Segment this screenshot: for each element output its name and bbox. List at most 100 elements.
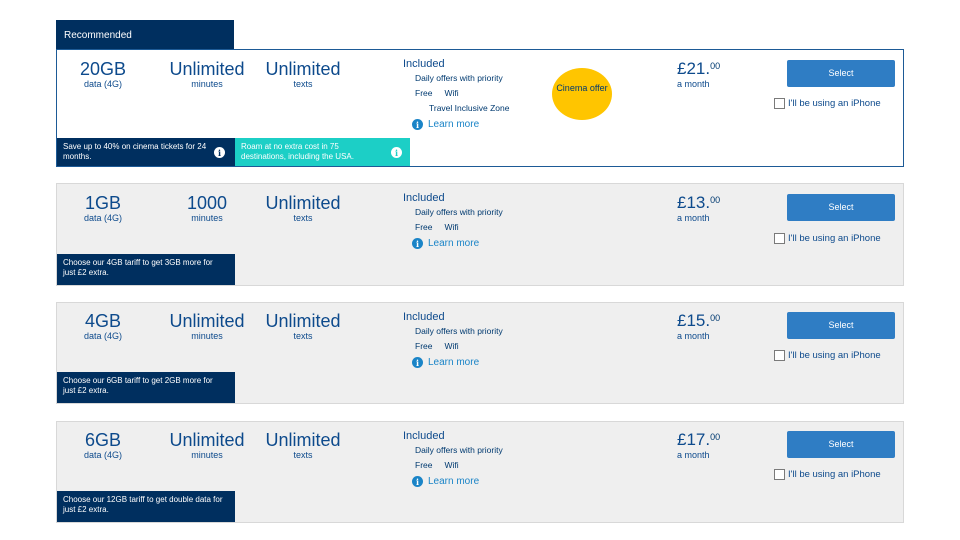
checkbox-icon[interactable]	[774, 350, 785, 361]
promo-upgrade: Choose our 6GB tariff to get 2GB more fo…	[57, 372, 235, 403]
price-pounds: £15.	[677, 311, 711, 330]
data-allowance: 1GB data (4G)	[57, 194, 149, 224]
texts-label: texts	[293, 331, 313, 341]
included-title: Included	[403, 58, 445, 70]
minutes-amount: Unlimited	[169, 59, 245, 79]
included-free-wifi: Free Wifi	[415, 341, 459, 351]
texts-allowance: Unlimited texts	[257, 194, 349, 224]
data-allowance: 20GB data (4G)	[57, 60, 149, 90]
included-daily-offers: Daily offers with priority	[415, 445, 503, 455]
minutes-label: minutes	[191, 450, 223, 460]
price-pence: 00	[710, 61, 721, 71]
price-pounds: £17.	[677, 430, 711, 449]
minutes-label: minutes	[191, 79, 223, 89]
price: £15.00 a month	[677, 311, 747, 342]
learn-more-link[interactable]: i Learn more	[403, 238, 553, 249]
minutes-allowance: 1000 minutes	[161, 194, 253, 224]
iphone-label: I'll be using an iPhone	[788, 350, 881, 361]
checkbox-icon[interactable]	[774, 98, 785, 109]
promo-text: Choose our 12GB tariff to get double dat…	[63, 495, 223, 514]
info-icon: i	[412, 357, 423, 368]
minutes-label: minutes	[191, 213, 223, 223]
plan-card-6gb: 6GB data (4G) Unlimited minutes Unlimite…	[56, 421, 904, 523]
promo-text: Choose our 4GB tariff to get 3GB more fo…	[63, 258, 213, 277]
minutes-label: minutes	[191, 331, 223, 341]
included-daily-offers: Daily offers with priority	[415, 73, 503, 83]
included-free-wifi: Free Wifi	[415, 88, 459, 98]
included-section: Included Daily offers with priority Free…	[403, 192, 553, 249]
select-button[interactable]: Select	[787, 431, 895, 458]
included-section: Included Daily offers with priority Free…	[403, 430, 553, 487]
recommended-tab: Recommended	[56, 20, 234, 49]
learn-more-link[interactable]: i Learn more	[403, 357, 553, 368]
select-button[interactable]: Select	[787, 194, 895, 221]
select-button[interactable]: Select	[787, 60, 895, 87]
price-pounds: £21.	[677, 59, 711, 78]
included-title: Included	[403, 311, 445, 323]
plan-card-20gb: 20GB data (4G) Unlimited minutes Unlimit…	[56, 49, 904, 167]
iphone-checkbox[interactable]: I'll be using an iPhone	[774, 350, 881, 361]
price-pence: 00	[710, 195, 721, 205]
data-amount: 6GB	[84, 430, 122, 450]
data-amount: 4GB	[84, 311, 122, 331]
promo-cinema: Save up to 40% on cinema tickets for 24 …	[57, 138, 235, 166]
texts-allowance: Unlimited texts	[257, 312, 349, 342]
texts-allowance: Unlimited texts	[257, 60, 349, 90]
data-label: data (4G)	[83, 450, 123, 460]
promo-upgrade: Choose our 12GB tariff to get double dat…	[57, 491, 235, 522]
learn-more-link[interactable]: i Learn more	[403, 476, 553, 487]
data-amount: 1GB	[84, 193, 122, 213]
info-icon: i	[412, 119, 423, 130]
texts-label: texts	[293, 450, 313, 460]
data-label: data (4G)	[83, 79, 123, 89]
learn-more-label: Learn more	[428, 476, 480, 487]
texts-amount: Unlimited	[265, 311, 341, 331]
price: £21.00 a month	[677, 59, 747, 90]
data-amount: 20GB	[79, 59, 127, 79]
info-icon: i	[412, 238, 423, 249]
checkbox-icon[interactable]	[774, 469, 785, 480]
minutes-amount: Unlimited	[169, 430, 245, 450]
iphone-checkbox[interactable]: I'll be using an iPhone	[774, 469, 881, 480]
price-period: a month	[677, 331, 710, 341]
data-label: data (4G)	[83, 331, 123, 341]
iphone-label: I'll be using an iPhone	[788, 469, 881, 480]
learn-more-label: Learn more	[428, 119, 480, 130]
included-title: Included	[403, 192, 445, 204]
texts-allowance: Unlimited texts	[257, 431, 349, 461]
texts-amount: Unlimited	[265, 59, 341, 79]
included-title: Included	[403, 430, 445, 442]
iphone-checkbox[interactable]: I'll be using an iPhone	[774, 98, 881, 109]
price-period: a month	[677, 450, 710, 460]
iphone-label: I'll be using an iPhone	[788, 98, 881, 109]
promo-info-icon[interactable]: i	[391, 147, 402, 158]
minutes-allowance: Unlimited minutes	[161, 431, 253, 461]
texts-amount: Unlimited	[265, 430, 341, 450]
promo-upgrade: Choose our 4GB tariff to get 3GB more fo…	[57, 254, 235, 285]
data-allowance: 6GB data (4G)	[57, 431, 149, 461]
included-daily-offers: Daily offers with priority	[415, 326, 503, 336]
promo-info-icon[interactable]: i	[214, 147, 225, 158]
checkbox-icon[interactable]	[774, 233, 785, 244]
iphone-checkbox[interactable]: I'll be using an iPhone	[774, 233, 881, 244]
plan-card-1gb: 1GB data (4G) 1000 minutes Unlimited tex…	[56, 183, 904, 286]
included-daily-offers: Daily offers with priority	[415, 207, 503, 217]
included-free-wifi: Free Wifi	[415, 222, 459, 232]
minutes-allowance: Unlimited minutes	[161, 60, 253, 90]
price-pounds: £13.	[677, 193, 711, 212]
cinema-offer-badge: Cinema offer	[552, 68, 612, 120]
data-label: data (4G)	[83, 213, 123, 223]
included-free-wifi: Free Wifi	[415, 460, 459, 470]
promo-roaming: Roam at no extra cost in 75 destinations…	[235, 138, 410, 166]
included-travel-zone: Travel Inclusive Zone	[429, 103, 510, 113]
promo-text: Choose our 6GB tariff to get 2GB more fo…	[63, 376, 213, 395]
select-button[interactable]: Select	[787, 312, 895, 339]
learn-more-label: Learn more	[428, 357, 480, 368]
data-allowance: 4GB data (4G)	[57, 312, 149, 342]
price: £13.00 a month	[677, 193, 747, 224]
minutes-amount: Unlimited	[169, 311, 245, 331]
iphone-label: I'll be using an iPhone	[788, 233, 881, 244]
minutes-allowance: Unlimited minutes	[161, 312, 253, 342]
learn-more-link[interactable]: i Learn more	[403, 119, 553, 130]
promo-text: Save up to 40% on cinema tickets for 24 …	[63, 142, 207, 161]
